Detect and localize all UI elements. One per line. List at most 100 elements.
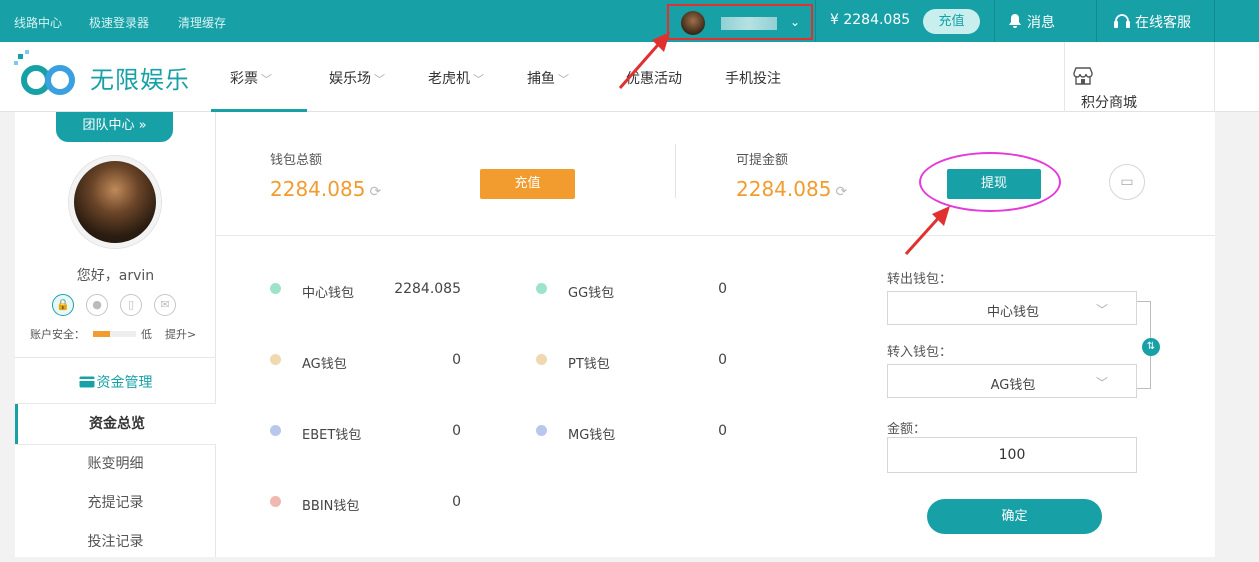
wallet-name: 中心钱包 (302, 286, 355, 301)
confirm-button[interactable]: 确定 (927, 499, 1102, 534)
messages-label: 消息 (1027, 15, 1055, 31)
wallet-dot (536, 354, 547, 365)
nav-slots-label: 老虎机 (428, 71, 470, 87)
nav-lottery[interactable]: 彩票 ﹀ (230, 68, 272, 88)
chevron-down-icon: ﹀ (558, 73, 569, 86)
nav-lottery-label: 彩票 (230, 71, 258, 87)
transfer-out-select[interactable]: 中心钱包 ﹀ (887, 291, 1137, 325)
nav-slots[interactable]: 老虎机 ﹀ (428, 68, 484, 88)
online-service-button[interactable]: 在线客服 (1113, 12, 1191, 32)
wallet-value: 0 (718, 281, 727, 297)
wallet-dot (270, 496, 281, 507)
wallet-name: GG钱包 (568, 286, 615, 301)
clear-cache-link[interactable]: 清理缓存 (178, 14, 226, 31)
chevron-down-icon: ﹀ (1095, 303, 1108, 317)
mail-icon[interactable]: ✉ (154, 294, 176, 316)
greeting: 您好，arvin (76, 268, 155, 284)
nav-fishing-label: 捕鱼 (527, 71, 555, 87)
wallet-dot (270, 425, 281, 436)
points-mall-label: 积分商城 (1081, 95, 1137, 111)
nav-mobile-betting[interactable]: 手机投注 (725, 68, 781, 88)
main-panel: 钱包总额 2284.085 ⟳ 充值 可提金额 2284.085 ⟳ 提现 ▭ 中心… (216, 112, 1215, 557)
security-level-fill (93, 331, 111, 337)
wallet-name: PT钱包 (568, 357, 610, 372)
avatar (681, 11, 705, 35)
chevron-down-icon: ﹀ (1095, 376, 1108, 390)
lock-icon[interactable]: 🔒 (52, 294, 74, 316)
wallet-dot (270, 283, 281, 294)
wallet-value: 0 (452, 352, 461, 368)
wallet-dot (536, 283, 547, 294)
wallet-name: AG钱包 (302, 357, 347, 372)
security-level-bar (93, 331, 136, 337)
chevron-down-icon: ⌄ (790, 15, 801, 29)
recharge-button[interactable]: 充值 (480, 169, 575, 199)
security-level-text: 低 (141, 328, 152, 341)
divider (1214, 0, 1215, 42)
swap-icon[interactable]: ⇅ (1142, 338, 1160, 356)
topbar-balance: ¥ 2284.085 (830, 12, 911, 28)
fast-login-link[interactable]: 极速登录器 (89, 14, 149, 31)
logo-text: 无限娱乐 (90, 66, 190, 94)
headset-icon (1114, 14, 1130, 28)
wallet-dot (270, 354, 281, 365)
divider (15, 357, 216, 358)
funds-management-heading: 资金管理 (15, 372, 216, 392)
recharge-pill-button[interactable]: 充值 (923, 9, 980, 34)
wallet-value: 0 (452, 423, 461, 439)
bell-icon (1009, 14, 1021, 28)
amount-input[interactable]: 100 (887, 437, 1137, 473)
refresh-icon[interactable]: ⟳ (835, 184, 847, 200)
wallet-name: MG钱包 (568, 428, 616, 443)
transfer-in-label: 转入钱包： (887, 345, 953, 360)
sidebar-item-overview[interactable]: 资金总览 (15, 404, 216, 444)
divider (994, 0, 995, 42)
nav-casino[interactable]: 娱乐场 ﹀ (329, 68, 385, 88)
bank-card-icon[interactable]: ▭ (1109, 164, 1145, 200)
sidebar-item-deposit-withdraw-records[interactable]: 充提记录 (15, 483, 216, 523)
refresh-icon[interactable]: ⟳ (369, 184, 381, 200)
username-redacted (721, 17, 777, 30)
sidebar-item-bet-records[interactable]: 投注记录 (15, 522, 216, 562)
sidebar: 团队中心 » 您好，arvin 🔒 ● ▯ ✉ 账户安全： 低 提升> 资金管理… (15, 112, 216, 557)
phone-icon[interactable]: ▯ (120, 294, 142, 316)
messages-button[interactable]: 消息 (1007, 12, 1055, 32)
transfer-out-label: 转出钱包： (887, 272, 953, 287)
funds-management-label: 资金管理 (96, 375, 153, 391)
annotation-ellipse (919, 152, 1061, 212)
profile-avatar (69, 156, 161, 248)
chevron-down-icon: ﹀ (473, 73, 484, 86)
wallet-dot (536, 425, 547, 436)
sidebar-item-account-changes[interactable]: 账变明细 (15, 444, 216, 484)
nav-promotions[interactable]: 优惠活动 (626, 68, 682, 88)
withdrawable-label: 可提金额 (736, 153, 789, 168)
logo-icon (14, 50, 75, 95)
store-icon (1073, 67, 1093, 85)
chevron-down-icon: ﹀ (261, 73, 272, 86)
wallet-icon (79, 376, 94, 388)
divider (1096, 0, 1097, 42)
security-label: 账户安全： (30, 328, 85, 341)
team-center-button[interactable]: 团队中心 » (56, 112, 173, 142)
security-upgrade-link[interactable]: 提升> (165, 326, 196, 342)
total-wallet-amount-row: 2284.085 ⟳ (270, 177, 381, 201)
total-wallet-label: 钱包总额 (270, 153, 323, 168)
wallet-value: 0 (452, 494, 461, 510)
divider (815, 0, 816, 42)
wallet-value: 0 (718, 352, 727, 368)
transfer-in-select[interactable]: AG钱包 ﹀ (887, 364, 1137, 398)
divider (675, 144, 676, 198)
route-center-link[interactable]: 线路中心 (14, 14, 62, 31)
user-dropdown[interactable]: ⌄ (667, 4, 813, 40)
main-nav: 无限娱乐 彩票 ﹀ 娱乐场 ﹀ 老虎机 ﹀ 捕鱼 ﹀ 优惠活动 手机投注 积分商城 (0, 42, 1259, 112)
withdrawable-amount: 2284.085 (736, 177, 832, 201)
wallet-value: 0 (718, 423, 727, 439)
nav-casino-label: 娱乐场 (329, 71, 371, 87)
top-bar: 线路中心 极速登录器 清理缓存 ⌄ ¥ 2284.085 充值 消息 在线客服 (0, 0, 1259, 42)
nav-fishing[interactable]: 捕鱼 ﹀ (527, 68, 569, 88)
online-service-label: 在线客服 (1135, 15, 1191, 31)
bulb-icon[interactable]: ● (86, 294, 108, 316)
points-mall-button[interactable]: 积分商城 (1064, 42, 1215, 112)
withdrawable-amount-row: 2284.085 ⟳ (736, 177, 847, 201)
chevron-down-icon: ﹀ (374, 73, 385, 86)
